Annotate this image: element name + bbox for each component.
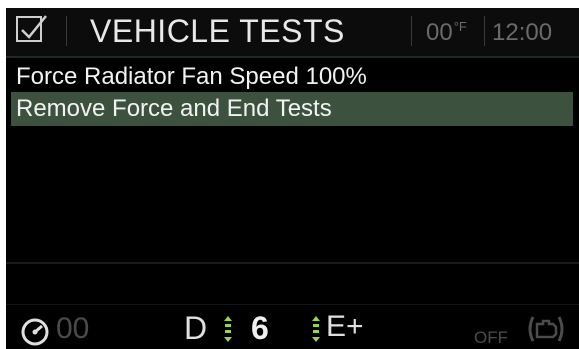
header-bar: VEHICLE TESTS 00°F 12:00 — [6, 8, 579, 56]
header-separator — [66, 16, 67, 46]
temperature-value: 00 — [426, 19, 453, 46]
menu-item-label: Force Radiator Fan Speed 100% — [16, 63, 367, 90]
clock: 12:00 — [492, 19, 553, 46]
header-divider — [6, 56, 579, 58]
menu-item-remove-force[interactable]: Remove Force and End Tests — [11, 92, 573, 126]
speed-readout: 00 — [56, 312, 90, 345]
engine-icon — [528, 316, 564, 342]
status-divider — [6, 262, 579, 264]
shift-arrows-icon — [224, 316, 232, 342]
header-separator — [411, 16, 412, 46]
speedometer-icon — [21, 318, 49, 346]
header-separator — [484, 16, 485, 46]
status-divider — [6, 304, 579, 305]
shift-arrows-icon — [312, 316, 320, 342]
gear-indicator: D — [184, 310, 208, 346]
menu-item-label: Remove Force and End Tests — [16, 95, 332, 122]
display-screen: VEHICLE TESTS 00°F 12:00 Force Radiator … — [6, 8, 579, 349]
menu-item-force-fan[interactable]: Force Radiator Fan Speed 100% — [11, 60, 573, 94]
temperature-unit: °F — [453, 19, 467, 34]
gear-number: 6 — [251, 310, 269, 346]
engine-state-label: OFF — [474, 328, 508, 347]
page-title: VEHICLE TESTS — [90, 13, 345, 49]
checkbox-checked-icon — [16, 15, 47, 42]
drive-mode: E+ — [326, 310, 364, 343]
outside-temperature: 00°F — [426, 19, 467, 47]
